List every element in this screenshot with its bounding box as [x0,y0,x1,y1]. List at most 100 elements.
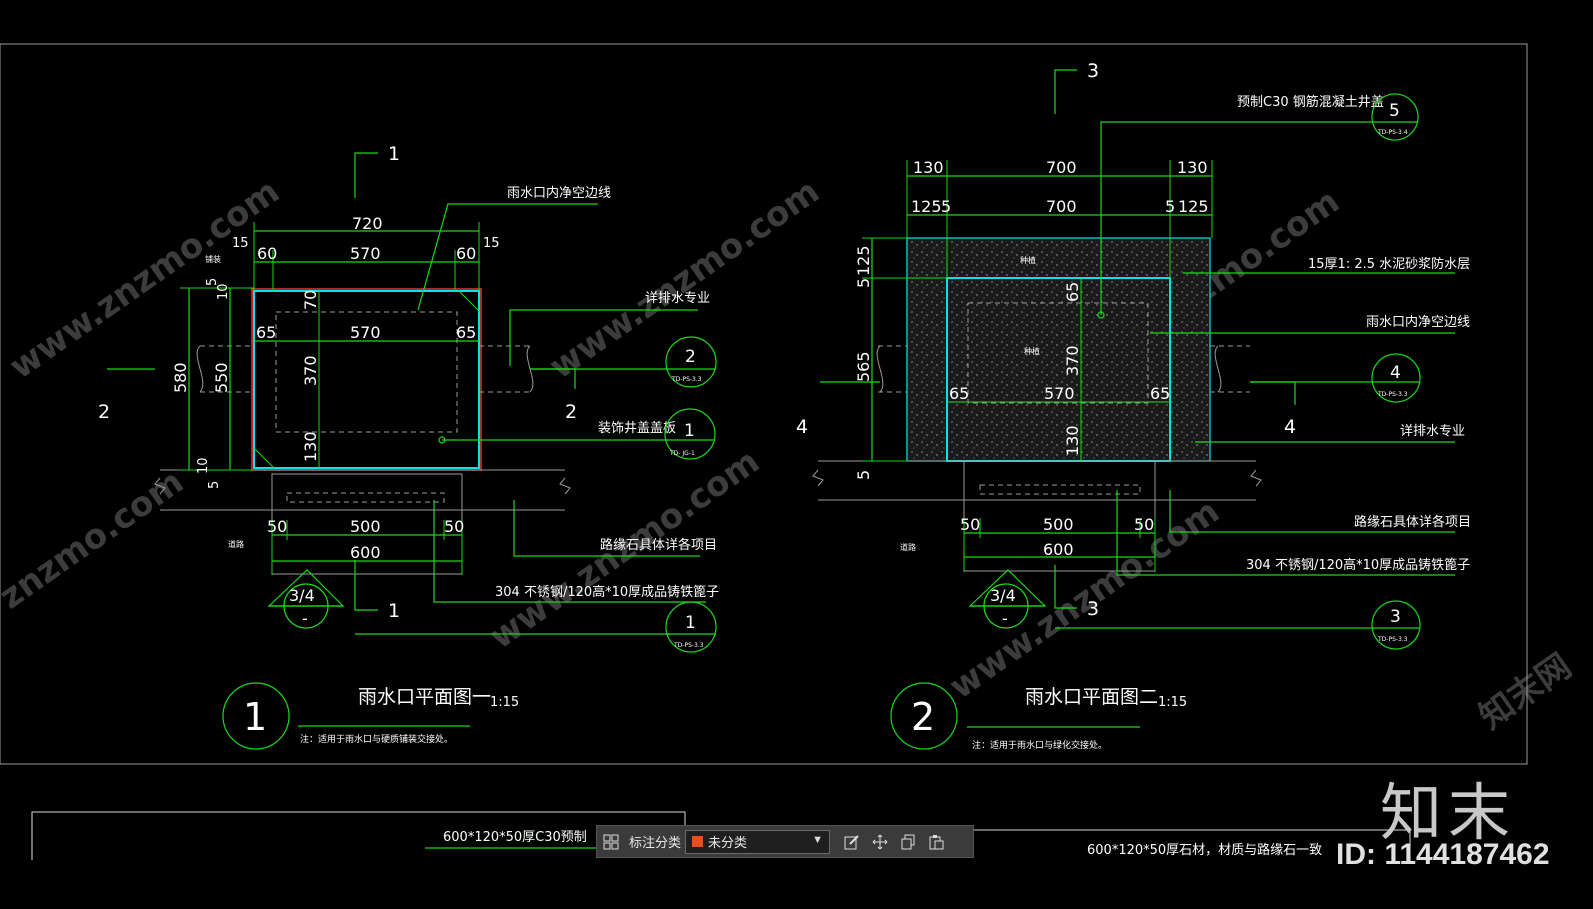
label-grate: 304 不锈钢/120高*10厚成品铸铁篦子 [1246,557,1470,573]
dim-text: 50 [960,515,980,534]
image-id: ID: 1144187462 [1336,838,1550,871]
planting-area [906,237,1211,462]
dim-text: 50 [444,517,464,536]
svg-text:3: 3 [1390,607,1401,627]
watermark-text: www.znzmo.com [2,171,287,387]
grid-icon[interactable] [597,828,625,856]
dim-text: 60 [456,244,476,263]
edit-icon[interactable] [838,828,866,856]
dim-text: 130 [913,158,944,177]
label-cover: 装饰井盖盖板 [598,421,676,436]
detail-callout[interactable]: 3 TD-PS-3.3 [1371,600,1421,650]
label-curb: 路缘石具体详各项目 [1354,514,1471,530]
dim-text: 70 [301,290,320,310]
dim-text: 5 [207,481,222,489]
chevron-down-icon: ▼ [812,833,824,846]
label-precast-cover: 预制C30 钢筋混凝土井盖 [1237,94,1384,110]
label-clear-line: 雨水口内净空边线 [1366,314,1470,330]
dim-text: 50 [267,517,287,536]
color-swatch [692,836,704,847]
drawing-2[interactable]: 种植 种植 道路 130 700 130 125 5 700 5 125 125… [796,60,1471,751]
svg-text:TD-PS-3.3: TD-PS-3.3 [673,642,704,649]
svg-text:4: 4 [1390,363,1401,383]
label-planting: 种植 [1024,346,1040,356]
drawing-frame [0,43,1528,765]
svg-text:3/4: 3/4 [990,586,1016,605]
category-selected: 未分类 [708,835,748,850]
section-mark: 2 [565,401,577,423]
dim-text: 5 [854,470,873,480]
dim-text: 550 [212,362,231,393]
label-paving: 铺装 [205,254,221,264]
dim-text: 600 [1043,540,1074,559]
svg-text:-: - [1002,609,1008,628]
label-planting: 种植 [1020,255,1036,265]
move-icon[interactable] [866,828,894,856]
dim-text: 5 [941,197,951,216]
label-road: 道路 [228,539,244,549]
label-clear-line: 雨水口内净空边线 [507,185,611,201]
paste-icon[interactable] [922,828,950,856]
detail-callout[interactable]: 4 TD-PS-3.3 [1371,353,1421,403]
dim-text: 565 [854,351,873,382]
section-mark: 1 [388,600,400,622]
dim-text: 570 [350,323,381,342]
label-bottom-left: 600*120*50厚C30预制 [443,830,587,845]
detail-callout[interactable]: 1 TD-PS-3.3 [665,601,717,653]
dim-text: 125 [1178,197,1209,216]
svg-text:1: 1 [685,613,696,633]
drawing-title: 雨水口平面图一 [358,686,491,708]
section-mark: 1 [388,143,400,165]
drawing-note: 注：适用于雨水口与绿化交接处。 [972,739,1107,751]
dim-text: 700 [1046,197,1077,216]
svg-text:2: 2 [685,347,696,367]
dim-text: 65 [456,323,476,342]
dim-text: 370 [301,355,320,386]
svg-text:1: 1 [684,421,695,441]
dim-text: 65 [1063,282,1082,302]
dim-text: 65 [256,323,276,342]
drawing-note: 注：适用于雨水口与硬质铺装交接处。 [300,733,453,745]
label-grate: 304 不锈钢/120高*10厚成品铸铁篦子 [495,584,719,600]
section-mark: 3 [1087,598,1099,620]
label-bottom-right: 600*120*50厚石材，材质与路缘石一致 [1087,842,1322,858]
dim-text: 500 [1043,515,1074,534]
dim-text: 700 [1046,158,1077,177]
detail-callout[interactable]: 2 TD-PS-3.3 [665,336,717,388]
cad-drawing-canvas[interactable]: www.znzmo.com www.znzmo.com www.znzmo.co… [0,0,1593,909]
dim-text: 580 [171,362,190,393]
label-drainage: 详排水专业 [645,291,710,306]
section-mark: 3 [1087,60,1099,82]
detail-callout[interactable]: 5 TD-PS-3.4 [1371,93,1419,141]
svg-text:5: 5 [1389,101,1400,121]
drawing-number: 1 [243,695,267,739]
svg-text:TD-PS-3.4: TD-PS-3.4 [1377,129,1408,136]
label-curb: 路缘石具体详各项目 [600,537,717,553]
copy-icon[interactable] [894,828,922,856]
svg-text:3/4: 3/4 [289,586,315,605]
elevation-triangle: 3/4 - [267,569,345,629]
section-mark: 4 [1284,416,1296,438]
svg-text:TD- JG-1: TD- JG-1 [669,450,695,457]
dim-text: 5 [854,278,873,288]
dim-text: 10 [196,457,211,474]
drawing-scale: 1:15 [490,695,519,710]
label-drainage: 详排水专业 [1400,424,1465,439]
section-mark: 4 [796,416,808,438]
dim-text: 5 [205,278,220,286]
dim-text: 130 [1177,158,1208,177]
drawing-number: 2 [911,695,935,739]
category-select[interactable]: 未分类 ▼ [685,829,831,854]
dim-text: 65 [1150,384,1170,403]
dim-text: 125 [854,245,873,276]
drawing-title: 雨水口平面图二 [1025,686,1158,708]
dim-text: 570 [1044,384,1075,403]
dim-text: 570 [350,244,381,263]
outline-1 [251,288,482,471]
dim-text: 15 [232,236,249,251]
dim-text: 65 [949,384,969,403]
watermark-text: znzmo.com [0,462,191,618]
section-mark: 2 [98,401,110,423]
svg-text:TD-PS-3.3: TD-PS-3.3 [671,376,702,383]
annotation-toolbar[interactable]: 标注分类 未分类 ▼ [596,825,974,858]
